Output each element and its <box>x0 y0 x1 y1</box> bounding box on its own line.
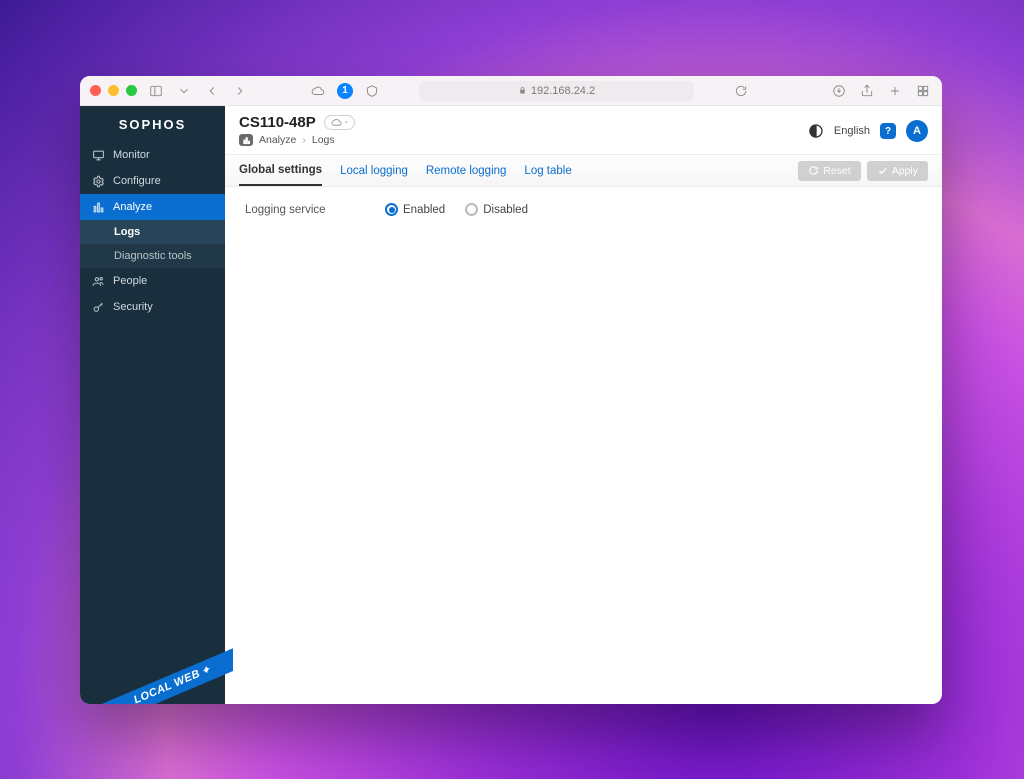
gear-icon <box>92 175 105 188</box>
people-icon <box>92 275 105 288</box>
onepassword-icon[interactable]: 1 <box>337 83 353 99</box>
sidebar-item-people[interactable]: People <box>80 268 225 294</box>
cloud-status-chip[interactable]: - <box>324 115 355 130</box>
sidebar-toggle-button[interactable] <box>147 82 165 100</box>
sidebar-item-configure[interactable]: Configure <box>80 168 225 194</box>
theme-toggle-icon[interactable] <box>808 123 824 139</box>
titlebar: 1 192.168.24.2 <box>80 76 942 106</box>
tab-remote-logging[interactable]: Remote logging <box>426 157 507 185</box>
sidebar-sub-label: Logs <box>114 226 140 238</box>
monitor-icon <box>92 149 105 162</box>
radio-disabled[interactable]: Disabled <box>465 203 528 216</box>
downloads-icon[interactable] <box>830 82 848 100</box>
close-window-button[interactable] <box>90 85 101 96</box>
window-controls <box>90 85 137 96</box>
refresh-icon <box>808 165 819 176</box>
sidebar-item-label: Monitor <box>113 149 150 161</box>
logging-service-radio-group: Enabled Disabled <box>385 203 528 216</box>
local-web-ribbon: LOCAL WEB ⌖ <box>103 642 233 704</box>
forward-button[interactable] <box>231 82 249 100</box>
radio-label: Enabled <box>403 204 445 216</box>
sidebar-item-label: Configure <box>113 175 161 187</box>
help-button[interactable]: ? <box>880 123 896 139</box>
settings-panel: Logging service Enabled Disabled <box>225 187 942 232</box>
tab-overview-button[interactable] <box>914 82 932 100</box>
address-bar[interactable]: 192.168.24.2 <box>419 81 694 101</box>
breadcrumb-item[interactable]: Analyze <box>259 134 296 146</box>
sidebar-item-label: Analyze <box>113 201 152 213</box>
zoom-window-button[interactable] <box>126 85 137 96</box>
page-header: CS110-48P - Analyze › <box>225 106 942 155</box>
breadcrumb-icon <box>239 134 253 146</box>
key-icon <box>92 301 105 314</box>
breadcrumb: Analyze › Logs <box>239 134 808 146</box>
browser-window: 1 192.168.24.2 <box>80 76 942 704</box>
lock-icon <box>518 86 527 95</box>
tab-global-settings[interactable]: Global settings <box>239 156 322 186</box>
sidebar-sub-logs[interactable]: Logs <box>80 220 225 244</box>
icloud-icon[interactable] <box>309 82 327 100</box>
breadcrumb-item: Logs <box>312 134 335 146</box>
check-icon <box>877 165 888 176</box>
url-text: 192.168.24.2 <box>531 85 595 97</box>
chevron-right-icon: › <box>302 134 306 146</box>
avatar[interactable]: A <box>906 120 928 142</box>
cloud-icon <box>331 117 342 128</box>
sidebar-item-analyze[interactable]: Analyze <box>80 194 225 220</box>
main-content: CS110-48P - Analyze › <box>225 106 942 704</box>
tab-log-table[interactable]: Log table <box>524 157 571 185</box>
tab-bar: Global settings Local logging Remote log… <box>225 155 942 187</box>
sidebar-item-label: Security <box>113 301 153 313</box>
radio-dot-icon <box>465 203 478 216</box>
sidebar-item-monitor[interactable]: Monitor <box>80 142 225 168</box>
share-icon[interactable] <box>858 82 876 100</box>
logging-service-label: Logging service <box>245 204 345 216</box>
sidebar-item-security[interactable]: Security <box>80 294 225 320</box>
analyze-icon <box>92 201 105 214</box>
privacy-report-icon[interactable] <box>363 82 381 100</box>
radio-label: Disabled <box>483 204 528 216</box>
sidebar-item-label: People <box>113 275 147 287</box>
tab-dropdown-button[interactable] <box>175 82 193 100</box>
logging-service-row: Logging service Enabled Disabled <box>245 203 922 216</box>
sidebar: SOPHOS Monitor Configure Analyze <box>80 106 225 704</box>
tab-local-logging[interactable]: Local logging <box>340 157 408 185</box>
brand-logo: SOPHOS <box>80 106 225 142</box>
radio-enabled[interactable]: Enabled <box>385 203 445 216</box>
sidebar-sub-label: Diagnostic tools <box>114 250 192 262</box>
new-tab-button[interactable] <box>886 82 904 100</box>
apply-button[interactable]: Apply <box>867 161 928 181</box>
reset-button[interactable]: Reset <box>798 161 860 181</box>
radio-dot-icon <box>385 203 398 216</box>
reload-button[interactable] <box>732 82 750 100</box>
minimize-window-button[interactable] <box>108 85 119 96</box>
language-selector[interactable]: English <box>834 125 870 137</box>
device-title: CS110-48P <box>239 114 316 131</box>
back-button[interactable] <box>203 82 221 100</box>
sidebar-sub-diagnostic[interactable]: Diagnostic tools <box>80 244 225 268</box>
